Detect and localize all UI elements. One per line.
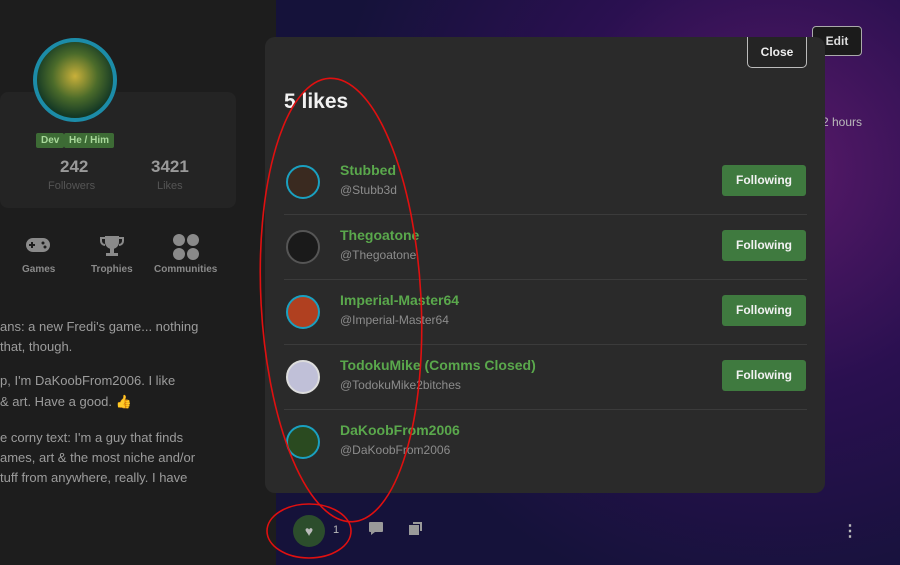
avatar[interactable] bbox=[286, 165, 320, 199]
profile-avatar[interactable] bbox=[33, 38, 117, 122]
avatar[interactable] bbox=[286, 295, 320, 329]
nav-games[interactable]: Games bbox=[22, 264, 55, 275]
avatar[interactable] bbox=[286, 425, 320, 459]
avatar[interactable] bbox=[286, 230, 320, 264]
user-handle: @Stubb3d bbox=[340, 183, 397, 197]
followers-label: Followers bbox=[48, 180, 96, 192]
post-timestamp: 2 hours bbox=[822, 115, 863, 129]
likes-label: Likes bbox=[157, 180, 183, 192]
bio-line: & art. Have a good. 👍 bbox=[0, 394, 132, 409]
list-item[interactable]: TodokuMike (Comms Closed) @TodokuMike2bi… bbox=[284, 345, 807, 410]
comment-icon[interactable] bbox=[368, 521, 384, 539]
user-handle: @DaKoobFrom2006 bbox=[340, 443, 451, 457]
user-name[interactable]: Imperial-Master64 bbox=[340, 292, 459, 308]
user-handle: @Imperial-Master64 bbox=[340, 313, 449, 327]
list-item[interactable]: Stubbed @Stubb3d Following bbox=[284, 150, 807, 215]
following-button[interactable]: Following bbox=[722, 360, 806, 391]
close-button[interactable]: Close bbox=[747, 37, 807, 68]
stats-card bbox=[0, 92, 236, 208]
bio-line: that, though. bbox=[0, 339, 73, 354]
user-handle: @Thegoatone bbox=[340, 248, 417, 262]
like-count[interactable]: 1 bbox=[333, 524, 339, 536]
list-item[interactable]: Thegoatone @Thegoatone Following bbox=[284, 215, 807, 280]
share-icon[interactable] bbox=[407, 521, 423, 540]
user-name[interactable]: Stubbed bbox=[340, 162, 396, 178]
trophy-icon[interactable] bbox=[99, 234, 125, 258]
like-button[interactable]: ♥ bbox=[293, 515, 325, 547]
likes-count[interactable]: 3421 bbox=[151, 157, 189, 177]
bio-line: ames, art & the most niche and/or bbox=[0, 450, 196, 465]
list-item[interactable]: DaKoobFrom2006 @DaKoobFrom2006 bbox=[284, 410, 807, 475]
avatar[interactable] bbox=[286, 360, 320, 394]
following-button[interactable]: Following bbox=[722, 165, 806, 196]
bio-line: ans: a new Fredi's game... nothing bbox=[0, 319, 199, 334]
following-button[interactable]: Following bbox=[722, 295, 806, 326]
user-name[interactable]: TodokuMike (Comms Closed) bbox=[340, 357, 536, 373]
modal-title: 5 likes bbox=[284, 90, 349, 113]
bio-line: tuff from anywhere, really. I have bbox=[0, 470, 188, 485]
list-item[interactable]: Imperial-Master64 @Imperial-Master64 Fol… bbox=[284, 280, 807, 345]
gamepad-icon[interactable] bbox=[25, 234, 51, 258]
more-options-icon[interactable]: ⋮ bbox=[842, 521, 858, 541]
user-name[interactable]: DaKoobFrom2006 bbox=[340, 422, 460, 438]
bio-line: e corny text: I'm a guy that finds bbox=[0, 430, 184, 445]
nav-trophies[interactable]: Trophies bbox=[91, 264, 133, 275]
badge-pronouns: He / Him bbox=[64, 133, 115, 148]
nav-communities[interactable]: Communities bbox=[154, 264, 217, 275]
user-handle: @TodokuMike2bitches bbox=[340, 378, 461, 392]
bio-line: p, I'm DaKoobFrom2006. I like bbox=[0, 373, 176, 388]
likes-list: Stubbed @Stubb3d Following Thegoatone @T… bbox=[284, 150, 807, 475]
followers-count[interactable]: 242 bbox=[60, 157, 88, 177]
heart-icon: ♥ bbox=[304, 523, 314, 539]
badge-dev: Dev bbox=[36, 133, 65, 148]
communities-icon[interactable] bbox=[172, 234, 199, 260]
likes-modal: Close 5 likes Stubbed @Stubb3d Following… bbox=[265, 37, 825, 493]
following-button[interactable]: Following bbox=[722, 230, 806, 261]
user-name[interactable]: Thegoatone bbox=[340, 227, 419, 243]
